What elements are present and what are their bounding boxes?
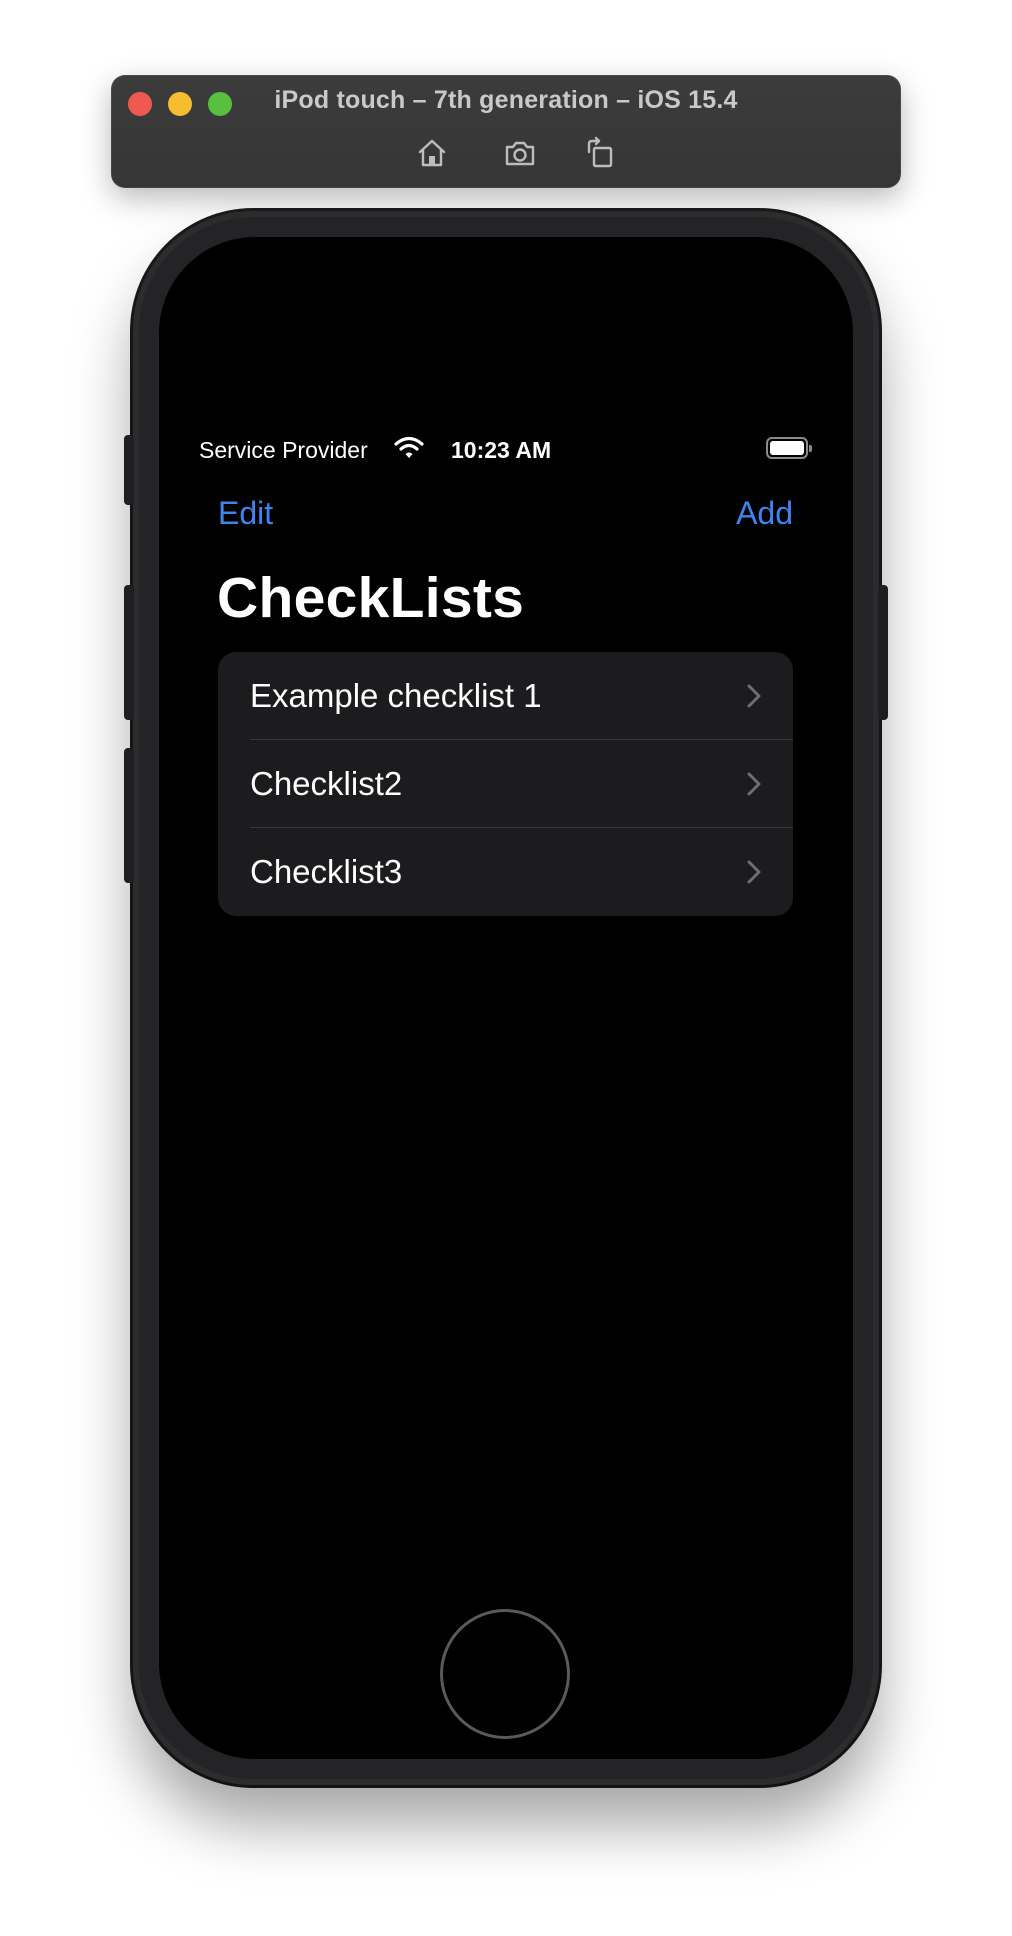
rotate-icon[interactable] <box>583 136 617 170</box>
checklist-list: Example checklist 1 Checklist2 Checklist… <box>218 652 793 916</box>
status-time: 10:23 AM <box>451 437 552 463</box>
list-item-label: Example checklist 1 <box>250 677 542 714</box>
battery-icon <box>766 437 812 459</box>
screenshot-icon[interactable] <box>503 136 537 170</box>
chevron-right-icon <box>747 684 761 713</box>
simulator-title: iPod touch – 7th generation – iOS 15.4 <box>274 86 738 114</box>
list-item[interactable]: Example checklist 1 <box>218 652 793 740</box>
chevron-right-icon <box>747 860 761 889</box>
volume-down-button <box>124 748 134 883</box>
home-icon[interactable] <box>415 136 449 170</box>
list-item[interactable]: Checklist2 <box>218 740 793 828</box>
page-title: CheckLists <box>217 566 525 630</box>
volume-up-button <box>124 585 134 720</box>
home-button[interactable] <box>440 1609 570 1739</box>
status-carrier: Service Provider <box>199 437 368 463</box>
list-item-label: Checklist2 <box>250 765 403 802</box>
power-button <box>878 585 888 720</box>
edit-button[interactable]: Edit <box>218 493 273 533</box>
mute-switch <box>124 435 134 505</box>
list-item-label: Checklist3 <box>250 853 403 890</box>
chevron-right-icon <box>747 772 761 801</box>
add-button[interactable]: Add <box>736 493 793 533</box>
wifi-icon <box>394 435 424 466</box>
list-item[interactable]: Checklist3 <box>218 828 793 916</box>
